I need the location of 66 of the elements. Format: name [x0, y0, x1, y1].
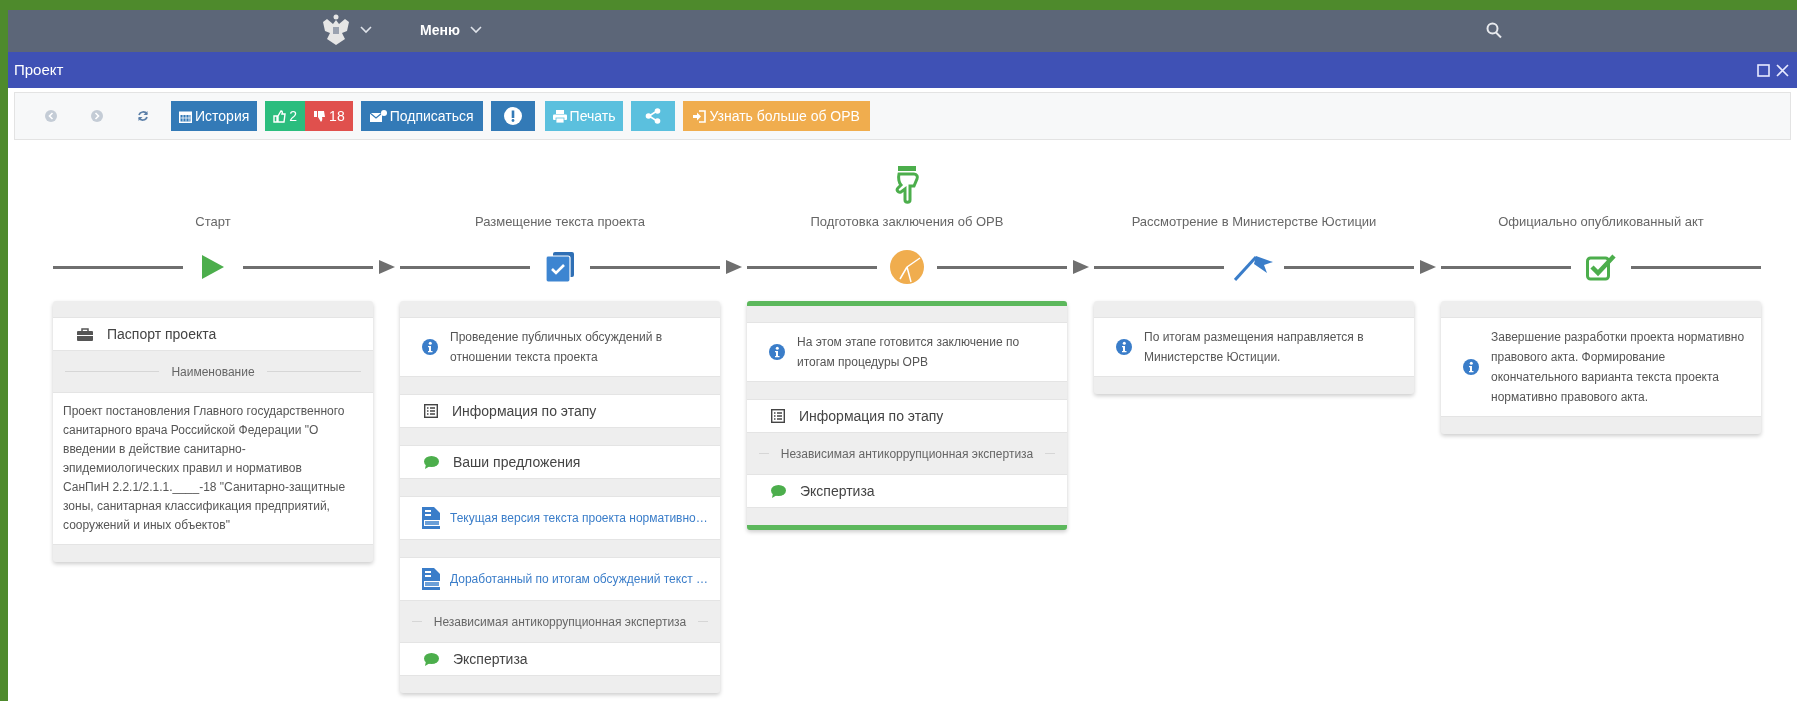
report-button[interactable]: [490, 101, 535, 131]
info-icon: [1463, 359, 1479, 375]
menu-item[interactable]: Экспертиза: [747, 474, 1067, 508]
envelope-icon: [369, 110, 387, 122]
menu-item[interactable]: Ваши предложения: [400, 445, 720, 479]
flag-icon: [1234, 253, 1274, 281]
document-link[interactable]: Доработанный по итогам обсуждений текст …: [400, 557, 720, 601]
stage-title: Рассмотрение в Министерстве Юстиции: [1131, 213, 1377, 232]
menu-item[interactable]: Информация по этапу: [747, 399, 1067, 433]
info-text: Проведение публичных обсуждений в отношении текста проекта: [450, 329, 664, 366]
refresh-icon: [137, 110, 149, 122]
history-button[interactable]: История: [171, 101, 258, 131]
search-icon[interactable]: [1486, 22, 1502, 39]
close-icon[interactable]: [1776, 63, 1789, 77]
menu-item[interactable]: Информация по этапу: [400, 394, 720, 428]
menu-item[interactable]: Экспертиза: [400, 642, 720, 676]
document-check-icon: [546, 252, 574, 282]
window-title: Проект: [14, 59, 64, 80]
chevron-down-icon[interactable]: [360, 26, 372, 34]
arrow-icon: [1419, 260, 1436, 274]
section-heading: Независимая антикоррупционная экспертиза: [780, 445, 1034, 463]
info-text: Завершение разработки проекта нормативно правового акта. Формирование окончательного варианта текста проекта нормативно правового акта.: [1491, 329, 1746, 406]
emblem-icon[interactable]: [322, 14, 350, 46]
sign-in-icon: [693, 109, 707, 123]
info-icon: [422, 339, 438, 355]
back-icon: [45, 110, 57, 122]
menu-button[interactable]: Меню: [420, 19, 460, 41]
share-icon: [645, 108, 662, 124]
info-text: На этом этапе готовится заключение по итогам процедуры ОРВ: [797, 334, 1021, 371]
pie-chart-icon: [890, 250, 924, 284]
info-icon: [1116, 339, 1132, 355]
thumbs-up-icon: [273, 109, 287, 123]
speech-bubble-icon: [424, 455, 439, 469]
document-icon: [422, 568, 440, 590]
calendar-icon: [179, 109, 192, 123]
project-name-text: Проект постановления Главного государственного санитарного врача Российской Федерации "О введении в действие санитарно-эпидемиологических правил и нормативов СанПиН 2.2.1/2.1.1.____-18 "Санитарно-защитные зоны, санитарная классификация предприятий, сооружений и иных объектов": [63, 403, 347, 534]
section-heading: Наименование: [171, 363, 255, 381]
arrow-icon: [378, 260, 395, 274]
thumbs-down-icon: [313, 109, 327, 123]
info-icon: [769, 344, 785, 360]
exclamation-icon: [503, 107, 522, 125]
stage-title: Официально опубликованный акт: [1498, 213, 1704, 232]
dislike-button[interactable]: 18: [305, 101, 353, 131]
info-text: По итогам размещения направляется в Министерстве Юстиции.: [1144, 329, 1365, 366]
stage-title: Подготовка заключения об ОРВ: [810, 213, 1004, 232]
play-icon: [202, 255, 224, 279]
arrow-icon: [725, 260, 742, 274]
document-icon: [422, 507, 440, 529]
list-icon: [424, 404, 438, 418]
forward-icon: [91, 110, 103, 122]
document-link[interactable]: Текущая версия текста проекта нормативно…: [400, 496, 720, 540]
stage-title: Размещение текста проекта: [474, 213, 646, 232]
arrow-icon: [1072, 260, 1089, 274]
chevron-down-icon[interactable]: [469, 26, 482, 34]
menu-item[interactable]: Паспорт проекта: [53, 317, 373, 351]
speech-bubble-icon: [771, 484, 786, 498]
list-icon: [771, 409, 785, 423]
like-button[interactable]: 2: [265, 101, 306, 131]
maximize-icon[interactable]: [1757, 63, 1770, 77]
checkbox-icon: [1586, 253, 1616, 281]
subscribe-button[interactable]: Подписаться: [360, 101, 483, 131]
speech-bubble-icon: [424, 652, 439, 666]
briefcase-icon: [77, 327, 93, 341]
stage-title: Старт: [195, 213, 231, 232]
printer-icon: [552, 109, 567, 123]
section-heading: Независимая антикоррупционная экспертиза: [433, 613, 687, 631]
